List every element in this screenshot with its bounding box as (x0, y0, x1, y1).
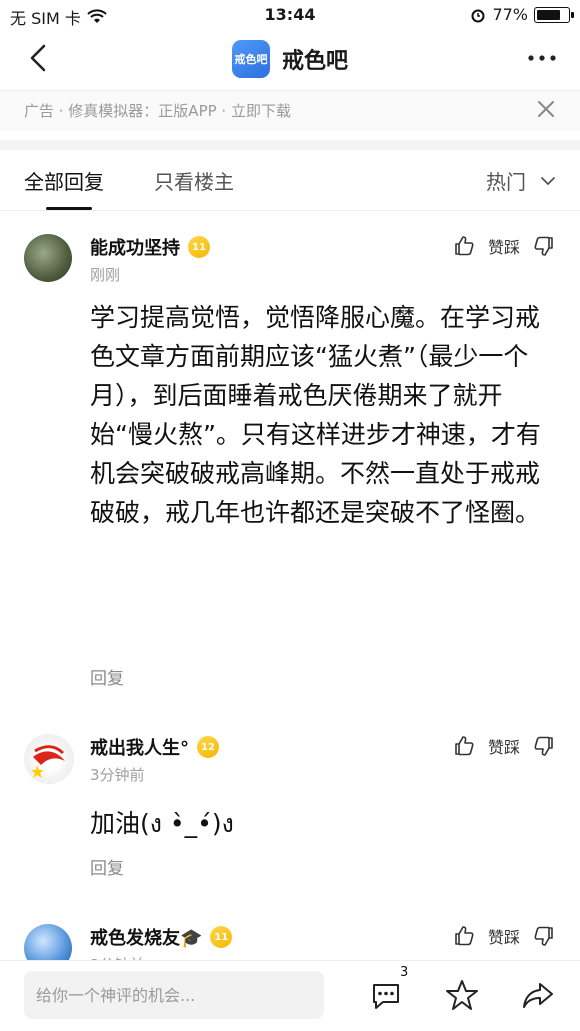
comment-input[interactable] (24, 971, 324, 1019)
thumbs-up-icon[interactable] (452, 234, 476, 258)
reply-content: 加油(ง •̀_•́)ง (90, 809, 234, 838)
vote-label: 赞踩 (487, 738, 520, 757)
ad-text[interactable]: 广告 · 修真模拟器：正版APP · 立即下载 (24, 100, 291, 121)
status-bar: 无 SIM 卡 13:44 77% (0, 0, 580, 30)
reply-tabs: 全部回复 只看楼主 热门 (0, 150, 580, 211)
bottom-action-bar: 3 (0, 960, 580, 1031)
page-title[interactable]: 戒色吧 (282, 43, 348, 75)
battery-percent: 77% (492, 5, 528, 24)
thumbs-down-icon[interactable] (532, 234, 556, 258)
close-icon[interactable] (536, 99, 556, 119)
reply-item: 戒出我人生° 12 3分钟前 赞踩 加油(ง •̀_•́)ง 回复 (0, 720, 580, 900)
tab-op-only[interactable]: 只看楼主 (154, 166, 234, 195)
reply-button[interactable]: 回复 (90, 854, 124, 879)
comment-icon[interactable] (368, 977, 404, 1013)
reply-time: 刚刚 (90, 266, 121, 284)
sort-dropdown[interactable]: 热门 (486, 166, 556, 195)
author-name[interactable]: 戒出我人生° (90, 734, 189, 760)
forum-logo[interactable]: 戒色吧 (231, 40, 270, 78)
ad-banner[interactable]: 广告 · 修真模拟器：正版APP · 立即下载 (0, 90, 580, 131)
sort-label: 热门 (486, 170, 526, 194)
tab-indicator (46, 207, 92, 210)
vote-label: 赞踩 (487, 928, 520, 947)
nav-bar: 戒色吧 戒色吧 (0, 30, 580, 88)
thumbs-up-icon[interactable] (452, 734, 476, 758)
reply-time: 3分钟前 (90, 766, 145, 784)
level-badge: 11 (188, 236, 210, 258)
avatar[interactable] (24, 734, 74, 784)
thumbs-down-icon[interactable] (532, 734, 556, 758)
thumbs-up-icon[interactable] (452, 924, 476, 948)
reply-item: 戒色发烧友🎓 11 3分钟前 赞踩 (0, 910, 580, 962)
author-name[interactable]: 能成功坚持 (90, 234, 180, 260)
share-icon[interactable] (520, 977, 556, 1013)
level-badge: 12 (197, 736, 219, 758)
vote-label: 赞踩 (487, 238, 520, 257)
flag-wing-icon (31, 745, 65, 778)
reply-content: 学习提高觉悟，觉悟降服心魔。在学习戒色文章方面前期应该“猛火煮”（最少一个月），… (90, 303, 541, 527)
battery-icon (534, 6, 574, 23)
comment-count: 3 (400, 965, 409, 980)
more-icon[interactable] (526, 48, 558, 68)
reply-button[interactable]: 回复 (90, 664, 124, 689)
author-name[interactable]: 戒色发烧友🎓 (90, 924, 202, 950)
star-icon[interactable] (444, 977, 480, 1013)
level-badge: 11 (210, 926, 233, 948)
chevron-down-icon (541, 176, 555, 185)
thumbs-down-icon[interactable] (532, 924, 556, 948)
avatar[interactable] (24, 234, 72, 282)
section-divider (0, 140, 580, 150)
reply-item: 能成功坚持 11 刚刚 赞踩 学习提高觉悟，觉悟降服心魔。在学习戒色文章方面前期… (0, 220, 580, 710)
alarm-icon (471, 9, 485, 22)
tab-all-replies[interactable]: 全部回复 (24, 166, 104, 195)
avatar[interactable] (24, 924, 72, 962)
